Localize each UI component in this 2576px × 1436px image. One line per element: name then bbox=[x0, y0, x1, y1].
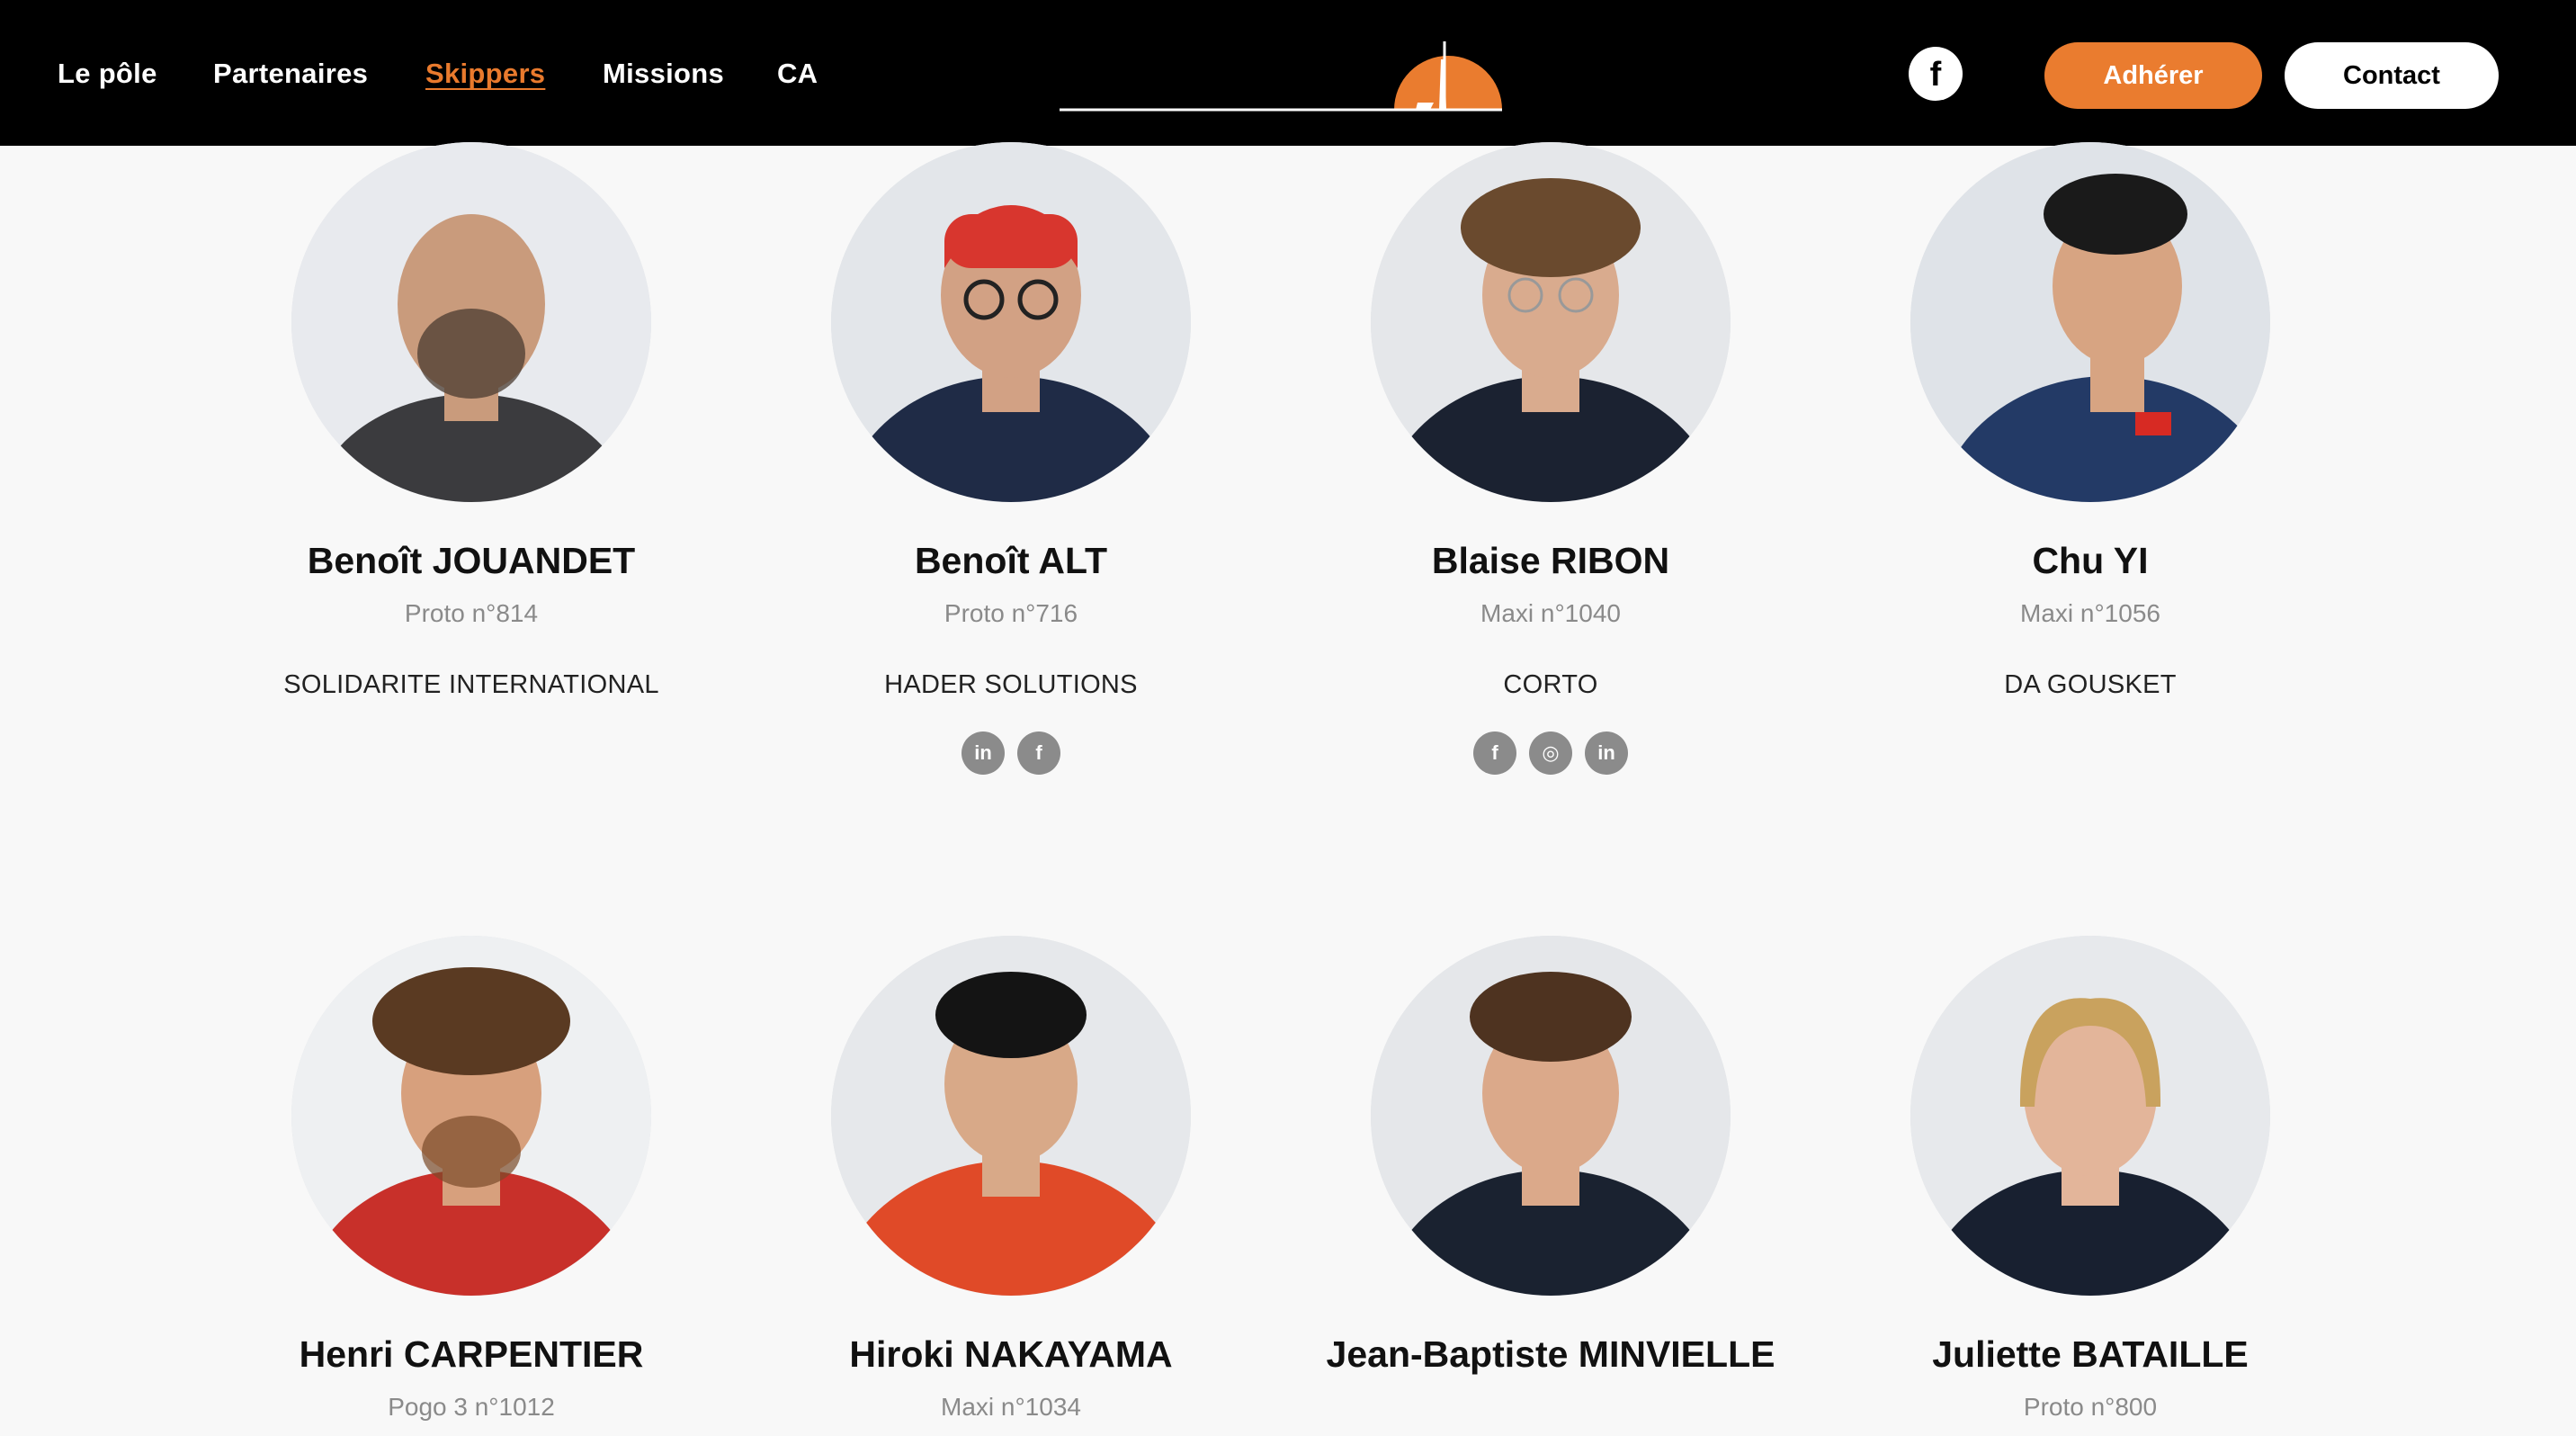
nav-item-partenaires[interactable]: Partenaires bbox=[213, 56, 368, 92]
skipper-boat: Proto n°716 bbox=[944, 599, 1078, 627]
skipper-photo bbox=[291, 936, 651, 1296]
skipper-photo bbox=[291, 142, 651, 502]
skipper-name: Hiroki NAKAYAMA bbox=[849, 1333, 1173, 1375]
linkedin-icon[interactable]: in bbox=[1585, 731, 1628, 775]
skipper-sponsor: SOLIDARITE INTERNATIONAL bbox=[283, 670, 659, 699]
skipper-name: Benoît JOUANDET bbox=[307, 540, 636, 581]
skipper-boat: Maxi n°1034 bbox=[941, 1393, 1081, 1421]
skipper-name: Blaise RIBON bbox=[1431, 540, 1670, 581]
nav-item-missions[interactable]: Missions bbox=[603, 56, 724, 92]
skipper-photo bbox=[831, 936, 1191, 1296]
facebook-icon[interactable]: f bbox=[1017, 731, 1060, 775]
join-button[interactable]: Adhérer bbox=[2044, 42, 2262, 109]
skipper-name: Henri CARPENTIER bbox=[299, 1333, 644, 1375]
skipper-sponsor: HADER SOLUTIONS bbox=[884, 670, 1138, 699]
site-header: Le pôle Partenaires Skippers Missions CA… bbox=[0, 0, 2576, 146]
facebook-icon[interactable]: f bbox=[1909, 47, 1963, 101]
skipper-boat: Proto n°814 bbox=[404, 599, 539, 627]
skipper-photo bbox=[1371, 142, 1731, 502]
skipper-photo bbox=[1371, 936, 1731, 1296]
skipper-boat: Proto n°800 bbox=[2023, 1393, 2158, 1421]
skipper-sponsor: DA GOUSKET bbox=[2004, 670, 2177, 699]
skipper-photo bbox=[1910, 936, 2270, 1296]
skipper-boat: Pogo 3 n°1012 bbox=[388, 1393, 555, 1421]
skipper-name: Benoît ALT bbox=[914, 540, 1108, 581]
nav-item-le-pole[interactable]: Le pôle bbox=[58, 56, 157, 92]
instagram-icon[interactable]: ◎ bbox=[1529, 731, 1572, 775]
linkedin-icon[interactable]: in bbox=[962, 731, 1005, 775]
facebook-icon[interactable]: f bbox=[1473, 731, 1516, 775]
skipper-name: Chu YI bbox=[2032, 540, 2149, 581]
skipper-name: Jean-Baptiste MINVIELLE bbox=[1326, 1333, 1775, 1375]
skipper-photo bbox=[1910, 142, 2270, 502]
contact-button[interactable]: Contact bbox=[2285, 42, 2499, 109]
skipper-boat: Maxi n°1056 bbox=[2020, 599, 2160, 627]
nav-item-skippers[interactable]: Skippers bbox=[425, 56, 545, 92]
skipper-photo bbox=[831, 142, 1191, 502]
skipper-socials: f ◎ in bbox=[1299, 731, 1802, 775]
skipper-socials: in f bbox=[759, 731, 1263, 775]
skipper-boat: Maxi n°1040 bbox=[1480, 599, 1621, 627]
site-logo[interactable] bbox=[1058, 23, 1504, 115]
nav-item-ca[interactable]: CA bbox=[777, 56, 818, 92]
skipper-name: Juliette BATAILLE bbox=[1932, 1333, 2249, 1375]
skipper-sponsor: CORTO bbox=[1503, 670, 1598, 699]
